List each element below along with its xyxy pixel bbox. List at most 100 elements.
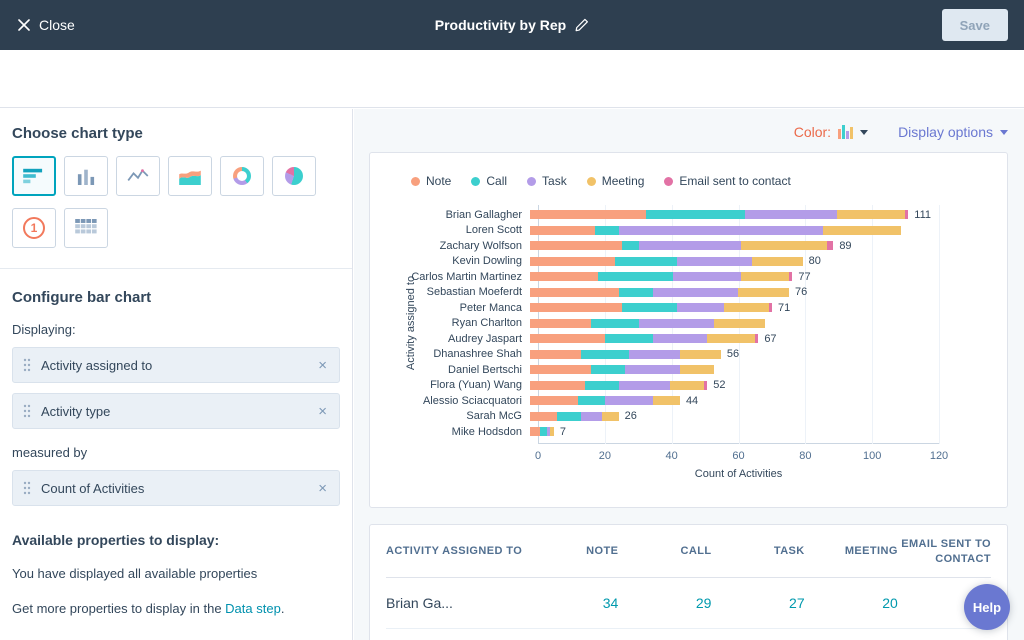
table-value-link[interactable]: 0 — [898, 628, 991, 640]
table-value-link[interactable]: 60 — [711, 628, 804, 640]
bar-segment[interactable] — [619, 226, 824, 235]
chart-type-line[interactable] — [116, 156, 160, 196]
edit-pencil-icon[interactable] — [575, 18, 589, 32]
bar-segment[interactable] — [530, 288, 619, 297]
bar-segment[interactable] — [639, 319, 714, 328]
bar-segment[interactable] — [530, 381, 585, 390]
bar-segment[interactable] — [653, 334, 708, 343]
bar-segment[interactable] — [530, 210, 646, 219]
bar-segment[interactable] — [673, 272, 741, 281]
bar-segment[interactable] — [823, 226, 901, 235]
bar-segment[interactable] — [550, 427, 553, 436]
chip-count-of-activities[interactable]: Count of Activities × — [12, 470, 340, 506]
close-button[interactable]: Close — [18, 17, 75, 33]
bar-segment[interactable] — [639, 241, 741, 250]
chart-type-area[interactable] — [168, 156, 212, 196]
bar-segment[interactable] — [789, 272, 792, 281]
bar-segment[interactable] — [670, 381, 704, 390]
bar-segment[interactable] — [530, 396, 578, 405]
drag-handle-icon[interactable] — [23, 358, 31, 372]
table-value-link[interactable]: 19 — [525, 628, 618, 640]
bar-segment[interactable] — [578, 396, 605, 405]
column-header[interactable]: CALL — [618, 525, 711, 577]
bar-segment[interactable] — [714, 319, 765, 328]
chart-type-vertical-bar[interactable] — [64, 156, 108, 196]
chip-activity-type[interactable]: Activity type × — [12, 393, 340, 429]
bar-segment[interactable] — [769, 303, 772, 312]
chip-activity-assigned-to[interactable]: Activity assigned to × — [12, 347, 340, 383]
remove-chip-icon[interactable]: × — [318, 358, 327, 373]
chart-type-donut[interactable] — [220, 156, 264, 196]
table-value-link[interactable]: 29 — [618, 577, 711, 628]
bar-segment[interactable] — [827, 241, 834, 250]
bar-segment[interactable] — [591, 365, 625, 374]
bar-segment[interactable] — [585, 381, 619, 390]
legend-item[interactable]: Call — [471, 174, 507, 188]
table-value-link[interactable]: 34 — [525, 577, 618, 628]
chart-type-summary[interactable]: 1 — [12, 208, 56, 248]
table-value-link[interactable]: 7 — [618, 628, 711, 640]
bar-segment[interactable] — [677, 303, 725, 312]
remove-chip-icon[interactable]: × — [318, 404, 327, 419]
column-header[interactable]: ACTIVITY ASSIGNED TO — [386, 525, 525, 577]
bar-segment[interactable] — [530, 319, 591, 328]
bar-segment[interactable] — [752, 257, 803, 266]
column-header[interactable]: NOTE — [525, 525, 618, 577]
bar-segment[interactable] — [837, 210, 905, 219]
bar-segment[interactable] — [680, 365, 714, 374]
bar-segment[interactable] — [581, 350, 629, 359]
bar-segment[interactable] — [619, 288, 653, 297]
bar-segment[interactable] — [530, 257, 615, 266]
bar-segment[interactable] — [591, 319, 639, 328]
drag-handle-icon[interactable] — [23, 404, 31, 418]
bar-segment[interactable] — [530, 303, 622, 312]
remove-chip-icon[interactable]: × — [318, 481, 327, 496]
column-header[interactable]: TASK — [711, 525, 804, 577]
data-step-link[interactable]: Data step — [225, 601, 281, 616]
bar-segment[interactable] — [605, 334, 653, 343]
legend-item[interactable]: Note — [411, 174, 451, 188]
column-header[interactable]: EMAIL SENT TO CONTACT — [898, 525, 991, 577]
bar-segment[interactable] — [677, 257, 752, 266]
bar-segment[interactable] — [905, 210, 908, 219]
bar-segment[interactable] — [598, 272, 673, 281]
bar-segment[interactable] — [680, 350, 721, 359]
bar-segment[interactable] — [602, 412, 619, 421]
bar-segment[interactable] — [581, 412, 601, 421]
bar-segment[interactable] — [530, 412, 557, 421]
bar-segment[interactable] — [530, 226, 595, 235]
bar-segment[interactable] — [625, 365, 680, 374]
bar-segment[interactable] — [741, 272, 789, 281]
legend-item[interactable]: Email sent to contact — [664, 174, 790, 188]
bar-segment[interactable] — [629, 350, 680, 359]
bar-segment[interactable] — [530, 365, 591, 374]
bar-segment[interactable] — [755, 334, 758, 343]
bar-segment[interactable] — [745, 210, 837, 219]
bar-segment[interactable] — [738, 288, 789, 297]
table-value-link[interactable]: 20 — [805, 577, 898, 628]
legend-item[interactable]: Meeting — [587, 174, 645, 188]
bar-segment[interactable] — [704, 381, 707, 390]
bar-segment[interactable] — [530, 334, 605, 343]
legend-item[interactable]: Task — [527, 174, 567, 188]
bar-segment[interactable] — [540, 427, 547, 436]
bar-segment[interactable] — [530, 272, 598, 281]
bar-segment[interactable] — [530, 241, 622, 250]
bar-segment[interactable] — [653, 396, 680, 405]
bar-segment[interactable] — [741, 241, 826, 250]
bar-segment[interactable] — [646, 210, 745, 219]
bar-segment[interactable] — [724, 303, 768, 312]
bar-segment[interactable] — [530, 427, 540, 436]
drag-handle-icon[interactable] — [23, 481, 31, 495]
bar-segment[interactable] — [707, 334, 755, 343]
bar-segment[interactable] — [595, 226, 619, 235]
bar-segment[interactable] — [653, 288, 738, 297]
color-dropdown[interactable]: Color: — [794, 124, 868, 140]
bar-segment[interactable] — [615, 257, 676, 266]
save-button[interactable]: Save — [942, 9, 1008, 41]
chart-type-pie[interactable] — [272, 156, 316, 196]
column-header[interactable]: MEETING — [805, 525, 898, 577]
chart-type-horizontal-bar[interactable] — [12, 156, 56, 196]
table-value-link[interactable]: 23 — [805, 628, 898, 640]
help-button[interactable]: Help — [964, 584, 1010, 630]
